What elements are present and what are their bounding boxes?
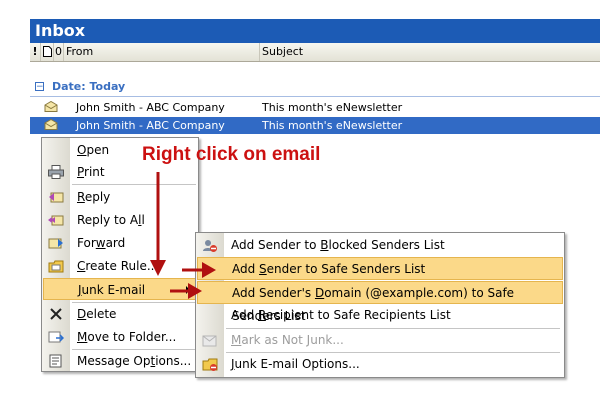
printer-icon — [48, 165, 64, 179]
inbox-title: Inbox — [30, 19, 600, 43]
menu-create-rule[interactable]: Create Rule... — [43, 255, 197, 277]
menu-move-to-folder[interactable]: Move to Folder... — [43, 326, 197, 348]
email-subject: This month's eNewsletter — [262, 101, 403, 114]
menu-junk-options[interactable]: Junk E-mail Options... — [197, 353, 563, 376]
move-folder-icon — [48, 331, 64, 343]
menu-delete[interactable]: Delete — [43, 303, 197, 325]
menu-reply-all[interactable]: Reply to All — [43, 209, 197, 231]
not-junk-icon — [202, 335, 217, 347]
collapse-icon[interactable]: − — [35, 82, 44, 92]
attachment-column[interactable]: 0 — [54, 43, 64, 61]
email-row[interactable]: John Smith - ABC Company This month's eN… — [30, 99, 600, 116]
envelope-open-icon — [44, 119, 58, 130]
group-header[interactable]: − Date: Today — [30, 78, 600, 97]
menu-add-safe-recipient[interactable]: Add Recipient to Safe Recipients List — [197, 304, 563, 327]
rule-icon — [48, 260, 64, 273]
menu-junk-email[interactable]: Junk E-mail — [43, 278, 197, 300]
options-icon — [49, 354, 62, 368]
reply-all-icon — [48, 215, 64, 226]
delete-icon — [50, 308, 62, 320]
junk-options-icon — [202, 358, 218, 371]
document-icon — [43, 46, 52, 57]
menu-reply[interactable]: Reply — [43, 186, 197, 208]
email-from: John Smith - ABC Company — [76, 119, 225, 132]
junk-submenu: Add Sender to Blocked Senders List Add S… — [195, 232, 565, 378]
menu-add-safe-domain[interactable]: Add Sender's Domain (@example.com) to Sa… — [197, 281, 563, 323]
forward-icon — [48, 238, 63, 249]
email-subject: This month's eNewsletter — [262, 119, 403, 132]
from-column[interactable]: From — [64, 43, 260, 61]
group-label: Date: Today — [52, 80, 126, 93]
menu-mark-not-junk: Mark as Not Junk... — [197, 329, 563, 352]
submenu-arrow-icon — [186, 286, 190, 294]
annotation-text: Right click on email — [142, 144, 321, 165]
menu-forward[interactable]: Forward — [43, 232, 197, 254]
context-menu: Open Print Reply Reply to All Forward Cr… — [41, 137, 199, 372]
email-row-selected[interactable]: John Smith - ABC Company This month's eN… — [30, 117, 600, 134]
column-header: ! 0 From Subject — [30, 43, 600, 62]
importance-column[interactable]: ! — [30, 43, 41, 61]
subject-column[interactable]: Subject — [260, 43, 600, 61]
reply-icon — [49, 192, 64, 203]
envelope-open-icon — [44, 101, 58, 112]
menu-add-safe-sender[interactable]: Add Sender to Safe Senders List — [197, 257, 563, 280]
menu-message-options[interactable]: Message Options... — [43, 350, 197, 372]
type-column[interactable] — [41, 43, 54, 61]
menu-add-blocked[interactable]: Add Sender to Blocked Senders List — [197, 234, 563, 257]
block-sender-icon — [203, 240, 217, 252]
email-from: John Smith - ABC Company — [76, 101, 225, 114]
